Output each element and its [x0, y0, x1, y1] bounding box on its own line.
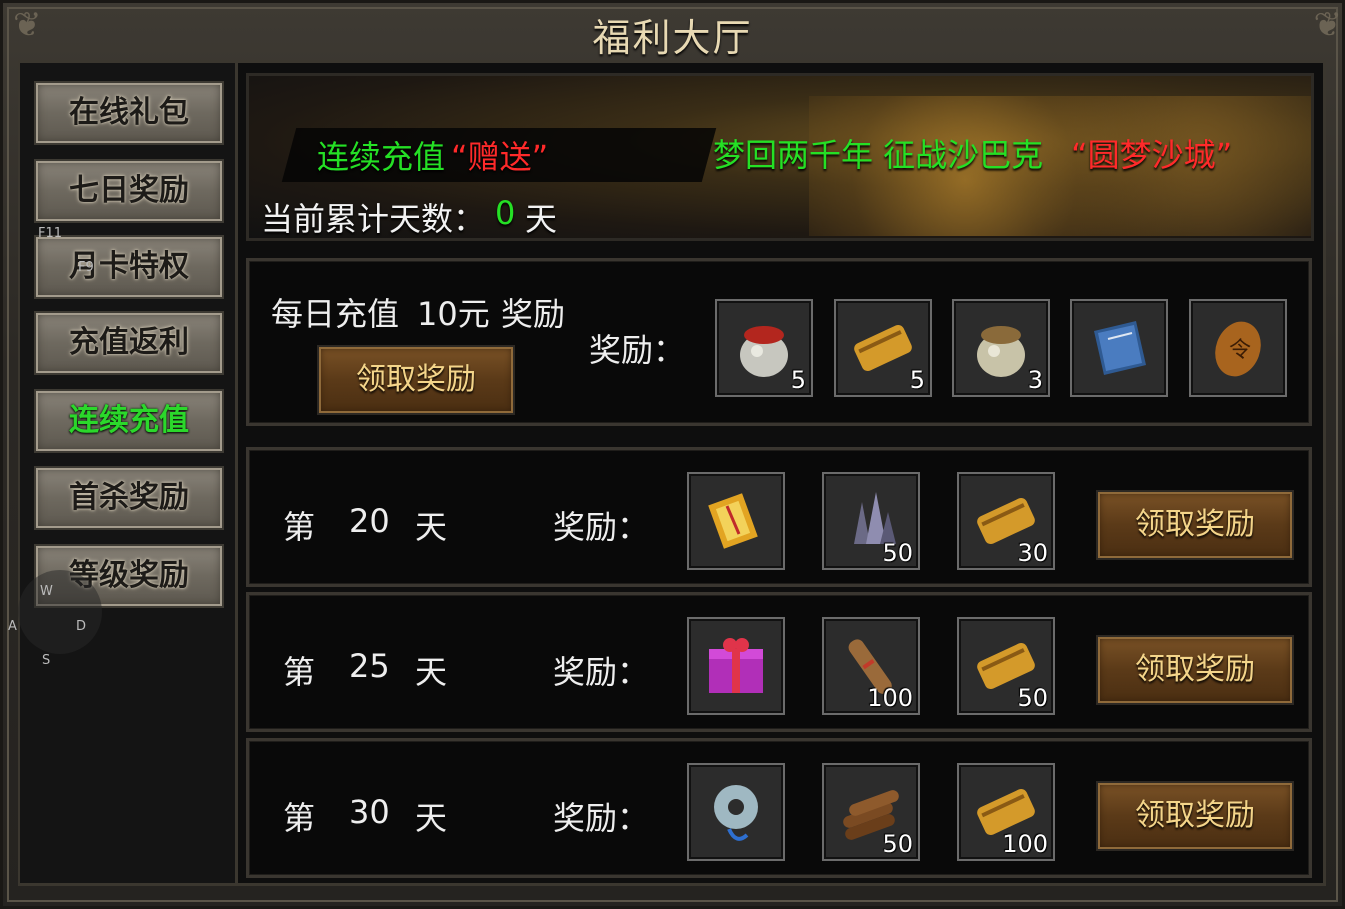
reward-slot[interactable]: 令	[1189, 299, 1287, 397]
book-icon	[1094, 321, 1146, 375]
rune-stone-icon: 令	[1215, 321, 1261, 377]
claim-button-day-20[interactable]: 领取奖励	[1096, 490, 1294, 560]
reward-label: 奖励：	[553, 653, 650, 691]
daily-amount: 10元	[417, 295, 490, 333]
reward-slot[interactable]: 50	[957, 617, 1055, 715]
accumulated-days-unit: 天	[525, 200, 558, 238]
reward-slot[interactable]: 100	[822, 617, 920, 715]
claim-button-day-30[interactable]: 领取奖励	[1096, 781, 1294, 851]
reward-slot[interactable]: 5	[834, 299, 932, 397]
sidebar-item-continuous-recharge[interactable]: 连续充值	[34, 389, 224, 453]
banner-gift-tag: “赠送”	[451, 138, 549, 176]
day-unit: 天	[415, 508, 448, 546]
daily-claim-button[interactable]: 领取奖励	[317, 345, 515, 415]
reward-slot[interactable]: 50	[822, 472, 920, 570]
reward-slot[interactable]	[687, 472, 785, 570]
reward-label: 奖励：	[553, 508, 650, 546]
reward-slot[interactable]: 3	[952, 299, 1050, 397]
window-title: 福利大厅	[592, 16, 753, 60]
item-count: 5	[909, 366, 925, 394]
claim-button-day-25[interactable]: 领取奖励	[1096, 635, 1294, 705]
reward-slot[interactable]: 30	[957, 472, 1055, 570]
hotkey-w: W	[40, 584, 53, 599]
banner-slogan-tag: “圆梦沙城”	[1071, 136, 1233, 174]
hotkey-f11: F11	[38, 226, 63, 241]
milestone-row-day-30: 第 30 天 奖励： 50 100 领取奖励	[246, 738, 1312, 878]
reward-slot[interactable]: 50	[822, 763, 920, 861]
accumulated-days-value: 0	[495, 194, 516, 232]
day-unit: 天	[415, 799, 448, 837]
talisman-icon	[708, 493, 758, 549]
item-count: 5	[790, 366, 806, 394]
day-number: 25	[349, 647, 390, 685]
item-count: 50	[882, 539, 913, 567]
day-number: 20	[349, 502, 390, 540]
accumulated-days-label: 当前累计天数：	[261, 200, 486, 238]
svg-text:令: 令	[1229, 338, 1251, 363]
item-count: 50	[1017, 684, 1048, 712]
sidebar: 在线礼包 七日奖励 月卡特权 充值返利 连续充值 首杀奖励 等级奖励	[20, 63, 238, 883]
reward-label: 奖励：	[553, 799, 650, 837]
reward-slot[interactable]	[1070, 299, 1168, 397]
day-number: 30	[349, 793, 390, 831]
sidebar-item-seven-day[interactable]: 七日奖励	[34, 159, 224, 223]
jade-amulet-icon	[714, 785, 758, 841]
banner-event-name: 连续充值	[317, 138, 446, 176]
gift-box-icon	[709, 638, 763, 693]
milestone-row-day-25: 第 25 天 奖励： 100 50 领取奖励	[246, 592, 1312, 732]
item-count: 3	[1027, 366, 1043, 394]
banner-slogan: 梦回两千年 征战沙巴克	[713, 136, 1044, 174]
day-unit: 天	[415, 653, 448, 691]
daily-prefix: 每日充值	[271, 295, 400, 333]
reward-slot[interactable]	[687, 617, 785, 715]
hotkey-f9: F9	[78, 260, 94, 275]
daily-recharge-panel: 每日充值 10元 奖励 领取奖励 奖励： 5 5 3 令	[246, 258, 1312, 426]
sidebar-item-online-gift[interactable]: 在线礼包	[34, 81, 224, 145]
item-count: 100	[1002, 830, 1048, 858]
item-count: 50	[882, 830, 913, 858]
reward-slot[interactable]: 5	[715, 299, 813, 397]
sidebar-item-recharge-rebate[interactable]: 充值返利	[34, 311, 224, 375]
hotkey-d: D	[76, 619, 87, 634]
milestone-row-day-20: 第 20 天 奖励： 50 30 领取奖励	[246, 447, 1312, 587]
virtual-joystick[interactable]	[18, 570, 102, 654]
reward-slot[interactable]	[687, 763, 785, 861]
item-count: 100	[867, 684, 913, 712]
sidebar-item-monthly-card[interactable]: 月卡特权	[34, 235, 224, 299]
event-banner: 连续充值 “赠送” 梦回两千年 征战沙巴克 “圆梦沙城” 当前累计天数： 0 天	[246, 73, 1314, 241]
day-prefix: 第	[283, 508, 316, 546]
day-prefix: 第	[283, 653, 316, 691]
hotkey-a: A	[8, 619, 17, 634]
hotkey-s: S	[42, 653, 51, 668]
day-prefix: 第	[283, 799, 316, 837]
reward-slot[interactable]: 100	[957, 763, 1055, 861]
sidebar-item-first-kill[interactable]: 首杀奖励	[34, 466, 224, 530]
item-count: 30	[1017, 539, 1048, 567]
daily-suffix: 奖励	[501, 295, 566, 333]
daily-reward-label: 奖励：	[589, 331, 686, 369]
